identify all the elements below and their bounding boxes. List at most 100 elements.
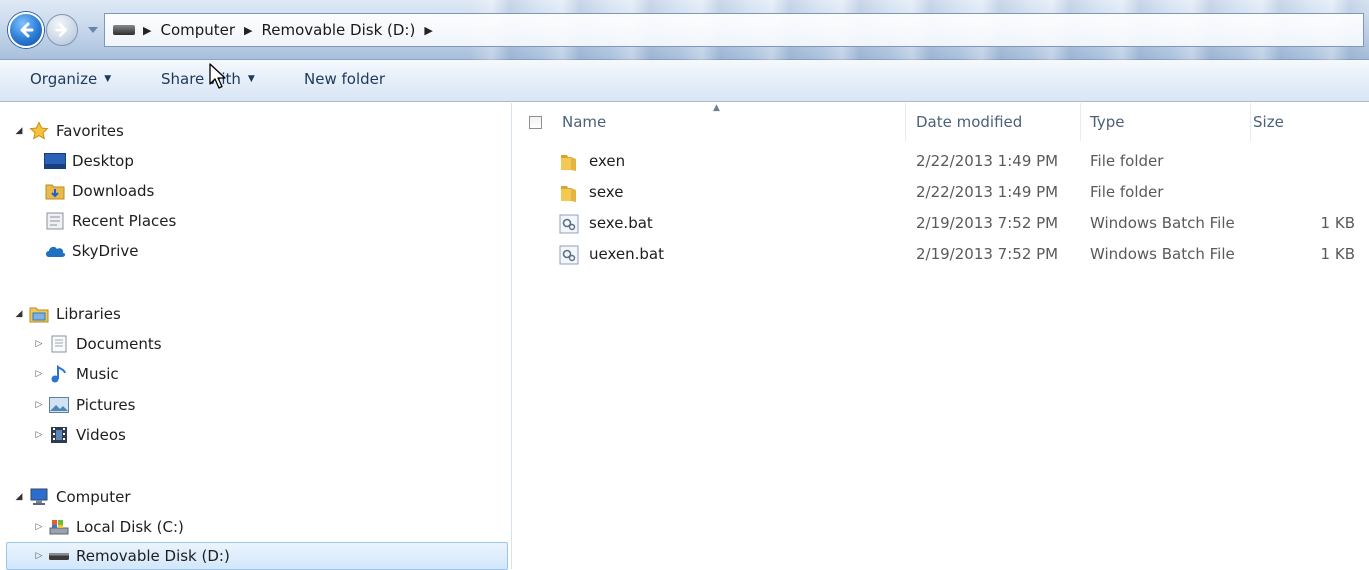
- column-header-type[interactable]: Type: [1081, 103, 1251, 141]
- breadcrumb-separator-icon[interactable]: ▶: [244, 24, 252, 37]
- file-type: File folder: [1090, 152, 1164, 170]
- new-folder-button[interactable]: New folder: [304, 70, 385, 88]
- nav-item-label: Removable Disk (D:): [76, 547, 230, 565]
- nav-item-label: Pictures: [76, 396, 136, 414]
- computer-icon: [28, 488, 50, 506]
- nav-item-skydrive[interactable]: SkyDrive: [44, 237, 139, 265]
- nav-favorites-label: Favorites: [56, 122, 124, 140]
- column-date-label: Date modified: [916, 113, 1023, 131]
- breadcrumb-separator-icon[interactable]: ▶: [143, 24, 151, 37]
- column-size-label: Size: [1253, 113, 1284, 131]
- breadcrumb-separator-icon[interactable]: ▶: [424, 24, 432, 37]
- share-with-label: Share with: [161, 70, 241, 88]
- file-type: Windows Batch File: [1090, 214, 1235, 232]
- pictures-icon: [48, 396, 70, 414]
- chevron-down-icon: ▼: [247, 74, 255, 84]
- nav-item-label: Downloads: [72, 182, 155, 200]
- nav-item-music[interactable]: ▷ Music: [32, 360, 119, 388]
- nav-computer-label: Computer: [56, 488, 131, 506]
- navigation-pane: ◢ Favorites Desktop Downloads Recent Pla…: [0, 103, 512, 570]
- breadcrumb-computer[interactable]: Computer: [160, 21, 235, 39]
- nav-item-label: Recent Places: [72, 212, 177, 230]
- batch-file-icon: [559, 214, 579, 234]
- file-size: 1 KB: [1320, 245, 1355, 263]
- expand-arrow-icon[interactable]: ▷: [32, 430, 46, 440]
- file-date: 2/19/2013 7:52 PM: [916, 245, 1059, 263]
- folder-icon: [559, 183, 579, 203]
- video-film-icon: [48, 426, 70, 444]
- column-header-size[interactable]: Size: [1251, 103, 1369, 141]
- file-type: File folder: [1090, 183, 1164, 201]
- removable-drive-icon: [113, 25, 135, 35]
- nav-favorites[interactable]: ◢ Favorites: [12, 117, 124, 145]
- nav-item-label: Documents: [76, 335, 162, 353]
- select-all-checkbox[interactable]: [529, 115, 542, 129]
- arrow-left-icon: [20, 22, 34, 38]
- folder-icon: [559, 152, 579, 172]
- expand-arrow-icon[interactable]: ▷: [32, 522, 46, 532]
- batch-file-icon: [559, 245, 579, 265]
- file-name: sexe.bat: [589, 214, 653, 232]
- column-header-name[interactable]: Name ▲: [513, 103, 906, 141]
- mouse-cursor-icon: [209, 63, 226, 89]
- file-date: 2/19/2013 7:52 PM: [916, 214, 1059, 232]
- expand-arrow-icon[interactable]: ◢: [12, 309, 26, 319]
- column-type-label: Type: [1090, 113, 1125, 131]
- organize-label: Organize: [30, 70, 98, 88]
- file-type: Windows Batch File: [1090, 245, 1235, 263]
- file-name: exen: [589, 152, 626, 170]
- column-name-label: Name: [562, 113, 607, 131]
- music-note-icon: [48, 365, 70, 383]
- file-name: sexe: [589, 183, 624, 201]
- recent-pages-button[interactable]: [86, 20, 100, 40]
- file-date: 2/22/2013 1:49 PM: [916, 152, 1059, 170]
- file-list-pane: Name ▲ Date modified Type Size exen 2/22…: [513, 103, 1369, 569]
- documents-icon: [48, 335, 70, 353]
- nav-libraries[interactable]: ◢ Libraries: [12, 300, 121, 328]
- arrow-right-icon: [55, 23, 67, 37]
- back-button[interactable]: [8, 12, 44, 48]
- nav-item-removable-disk-d[interactable]: ▷ Removable Disk (D:): [6, 542, 508, 570]
- nav-item-videos[interactable]: ▷ Videos: [32, 421, 126, 449]
- file-date: 2/22/2013 1:49 PM: [916, 183, 1059, 201]
- file-row-sexe[interactable]: sexe 2/22/2013 1:49 PM File folder: [513, 178, 1369, 208]
- nav-item-local-disk-c[interactable]: ▷ Local Disk (C:): [32, 513, 184, 541]
- expand-arrow-icon[interactable]: ▷: [32, 551, 46, 561]
- file-row-exen[interactable]: exen 2/22/2013 1:49 PM File folder: [513, 147, 1369, 177]
- organize-button[interactable]: Organize ▼: [30, 70, 111, 88]
- libraries-icon: [28, 305, 50, 323]
- forward-button[interactable]: [46, 14, 78, 46]
- chevron-down-icon: [88, 27, 98, 33]
- nav-item-label: Videos: [76, 426, 126, 444]
- nav-item-label: Desktop: [72, 152, 134, 170]
- local-disk-icon: [48, 518, 70, 536]
- expand-arrow-icon[interactable]: ▷: [32, 369, 46, 379]
- desktop-icon: [44, 152, 66, 170]
- nav-item-label: Local Disk (C:): [76, 518, 184, 536]
- sort-ascending-icon: ▲: [713, 103, 720, 113]
- file-size: 1 KB: [1320, 214, 1355, 232]
- cloud-icon: [44, 242, 66, 260]
- file-row-sexe-bat[interactable]: sexe.bat 2/19/2013 7:52 PM Windows Batch…: [513, 209, 1369, 239]
- nav-item-label: SkyDrive: [72, 242, 139, 260]
- nav-item-label: Music: [76, 365, 119, 383]
- nav-item-documents[interactable]: ▷ Documents: [32, 330, 162, 358]
- nav-item-downloads[interactable]: Downloads: [44, 177, 154, 205]
- nav-computer[interactable]: ◢ Computer: [12, 483, 131, 511]
- star-icon: [28, 121, 50, 140]
- downloads-folder-icon: [44, 182, 66, 200]
- nav-item-pictures[interactable]: ▷ Pictures: [32, 391, 136, 419]
- column-header-date-modified[interactable]: Date modified: [906, 103, 1081, 141]
- address-field[interactable]: ▶ Computer ▶ Removable Disk (D:) ▶: [104, 13, 1364, 47]
- expand-arrow-icon[interactable]: ◢: [12, 126, 26, 136]
- expand-arrow-icon[interactable]: ▷: [32, 400, 46, 410]
- removable-drive-icon: [48, 547, 70, 565]
- chevron-down-icon: ▼: [104, 74, 112, 84]
- breadcrumb-removable-disk[interactable]: Removable Disk (D:): [262, 21, 416, 39]
- nav-item-desktop[interactable]: Desktop: [44, 147, 134, 175]
- file-row-uexen-bat[interactable]: uexen.bat 2/19/2013 7:52 PM Windows Batc…: [513, 240, 1369, 270]
- expand-arrow-icon[interactable]: ◢: [12, 492, 26, 502]
- file-name: uexen.bat: [589, 245, 664, 263]
- nav-item-recent-places[interactable]: Recent Places: [44, 207, 176, 235]
- expand-arrow-icon[interactable]: ▷: [32, 339, 46, 349]
